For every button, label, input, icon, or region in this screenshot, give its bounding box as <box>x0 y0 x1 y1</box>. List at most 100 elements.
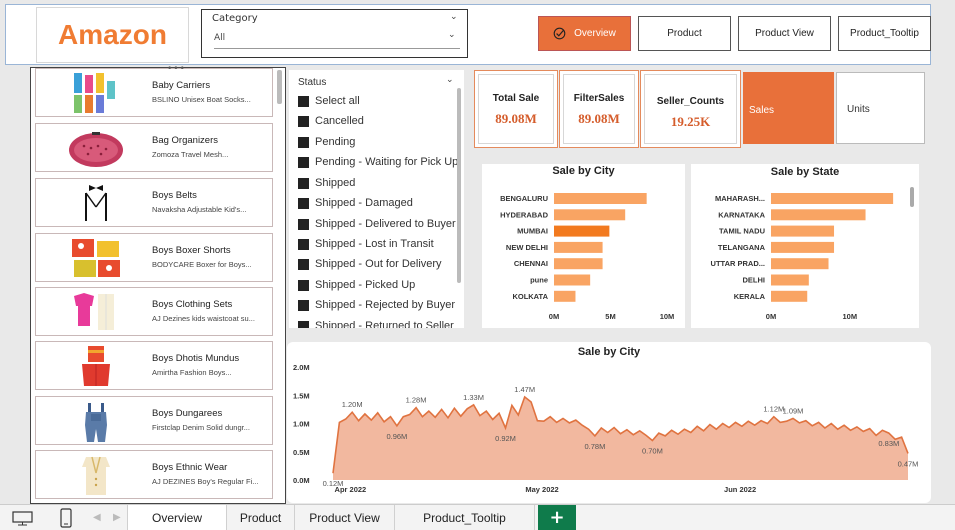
category-label: KARNATAKA <box>718 210 765 219</box>
tab-product-tooltip[interactable]: Product_Tooltip <box>395 505 535 530</box>
tab-product-view[interactable]: Product View <box>295 505 395 530</box>
category-label: Category <box>212 13 258 24</box>
category-label: KOLKATA <box>512 292 548 301</box>
category-label: HYDERABAD <box>500 210 549 219</box>
chart-scrollbar[interactable] <box>910 187 914 207</box>
nav-product-button[interactable]: Product <box>638 16 731 51</box>
tab-overview[interactable]: Overview <box>127 505 227 530</box>
status-option[interactable]: Shipped - Picked Up <box>298 277 415 293</box>
bar[interactable] <box>554 225 610 237</box>
tick-label: 1.5M <box>293 391 310 400</box>
category-label: MUMBAI <box>517 227 548 236</box>
status-option[interactable]: Shipped <box>298 175 355 191</box>
status-option[interactable]: Shipped - Rejected by Buyer <box>298 297 455 313</box>
logo-text: Amazon <box>58 19 167 50</box>
nav-product-tooltip-button[interactable]: Product_Tooltip <box>838 16 931 51</box>
chevron-down-icon[interactable]: ⌄ <box>450 12 458 22</box>
checkbox[interactable] <box>298 95 309 107</box>
status-option[interactable]: Pending - Waiting for Pick Up <box>298 154 458 170</box>
mobile-icon[interactable] <box>60 508 72 528</box>
bar[interactable] <box>771 274 809 286</box>
bar[interactable] <box>771 290 808 302</box>
list-item[interactable]: Boys Dungarees Firstclap Denim Solid dun… <box>35 396 273 445</box>
list-item[interactable]: Boys Dhotis Mundus Amirtha Fashion Boys.… <box>35 341 273 390</box>
status-option-label: Shipped - Picked Up <box>315 279 416 291</box>
category-label: pune <box>530 276 548 285</box>
desktop-icon[interactable] <box>12 511 33 526</box>
checkbox[interactable] <box>298 238 309 250</box>
bar[interactable] <box>554 258 603 270</box>
status-option[interactable]: Shipped - Returned to Seller <box>298 318 454 328</box>
dhoti-image <box>82 346 110 386</box>
checkbox[interactable] <box>298 197 309 209</box>
checkbox[interactable] <box>298 115 309 127</box>
tab-product[interactable]: Product <box>227 505 295 530</box>
list-item[interactable]: Baby Carriers BSLINO Unisex Boat Socks..… <box>35 68 273 117</box>
units-toggle-button[interactable]: Units <box>836 72 925 144</box>
list-item[interactable]: Boys Clothing Sets AJ Dezines kids waist… <box>35 287 273 336</box>
add-page-button[interactable]: + <box>538 505 576 530</box>
state-bar-svg: MAHARASH... KARNATAKA TAMIL NADU TELANGANA U… <box>711 193 894 321</box>
checkbox[interactable] <box>298 156 309 168</box>
status-option[interactable]: Shipped - Damaged <box>298 195 413 211</box>
bar[interactable] <box>554 209 626 221</box>
bar[interactable] <box>554 193 647 204</box>
sale-by-state-chart: Sale by State MAHARASH... KARNATAKA TAMIL … <box>691 164 919 328</box>
bar[interactable] <box>771 193 894 204</box>
sales-toggle-button[interactable]: Sales <box>743 72 834 144</box>
status-option-label: Select all <box>315 95 360 107</box>
more-options-icon[interactable]: ••• <box>167 64 186 74</box>
checkbox[interactable] <box>298 299 309 311</box>
prev-page-icon[interactable]: ◀ <box>93 512 101 523</box>
checkbox[interactable] <box>298 279 309 291</box>
chevron-down-icon[interactable]: ⌄ <box>446 75 454 85</box>
list-item[interactable]: Bag Organizers Zomoza Travel Mesh... <box>35 123 273 172</box>
status-option[interactable]: Shipped - Lost in Transit <box>298 236 434 252</box>
bar[interactable] <box>771 225 835 237</box>
status-option[interactable]: Pending <box>298 134 355 150</box>
nav-product-view-label: Product View <box>755 28 814 39</box>
list-item[interactable]: Boys Boxer Shorts BODYCARE Boxer for Boy… <box>35 233 273 282</box>
chevron-down-icon[interactable]: ⌄ <box>448 30 456 40</box>
data-label: 1.20M <box>342 400 363 409</box>
data-label: 0.83M <box>878 439 899 448</box>
category-dropdown[interactable]: All ⌄ <box>214 30 460 49</box>
checkbox[interactable] <box>298 258 309 270</box>
tab-product-label: Product <box>239 510 282 525</box>
status-slicer: Status ⌄ Select all Cancelled Pending Pe… <box>289 70 464 328</box>
bar[interactable] <box>771 258 829 270</box>
checkbox[interactable] <box>298 218 309 230</box>
status-scrollbar[interactable] <box>457 88 461 283</box>
category-label: TELANGANA <box>718 243 766 252</box>
product-name: Baby Carriers <box>152 80 211 91</box>
checkbox[interactable] <box>298 136 309 148</box>
list-scrollbar[interactable] <box>277 70 282 104</box>
status-option[interactable]: Shipped - Delivered to Buyer <box>298 216 456 232</box>
category-slicer[interactable]: Category ⌄ All ⌄ <box>201 9 468 58</box>
status-option[interactable]: Select all <box>298 93 360 109</box>
status-option-label: Shipped - Damaged <box>315 197 413 209</box>
status-option[interactable]: Shipped - Out for Delivery <box>298 256 442 272</box>
category-label: UTTAR PRAD... <box>711 259 765 268</box>
status-option[interactable]: Cancelled <box>298 113 364 129</box>
units-toggle-label: Units <box>847 104 870 115</box>
bar[interactable] <box>771 209 866 221</box>
bar[interactable] <box>554 241 603 253</box>
tick-label: May 2022 <box>525 485 558 494</box>
bar[interactable] <box>554 290 576 302</box>
nav-product-view-button[interactable]: Product View <box>738 16 831 51</box>
checkbox[interactable] <box>298 320 309 328</box>
nav-overview-button[interactable]: Overview <box>538 16 631 51</box>
product-list: Baby Carriers BSLINO Unisex Boat Socks..… <box>30 67 286 504</box>
city-bar-svg: BENGALURU HYDERABAD MUMBAI NEW DELHI CHENNAI… <box>500 193 674 321</box>
data-label: 1.12M <box>763 405 784 414</box>
list-item[interactable]: Boys Ethnic Wear AJ DEZINES Boy's Regula… <box>35 450 273 499</box>
bar[interactable] <box>771 241 835 253</box>
list-item[interactable]: Boys Belts Navaksha Adjustable Kid's... <box>35 178 273 227</box>
category-label: DELHI <box>743 276 766 285</box>
product-desc: Firstclap Denim Solid dungr... <box>152 423 250 432</box>
next-page-icon[interactable]: ▶ <box>113 512 121 523</box>
bar[interactable] <box>554 274 591 286</box>
checkbox[interactable] <box>298 177 309 189</box>
filter-sales-label: FilterSales <box>573 93 625 104</box>
